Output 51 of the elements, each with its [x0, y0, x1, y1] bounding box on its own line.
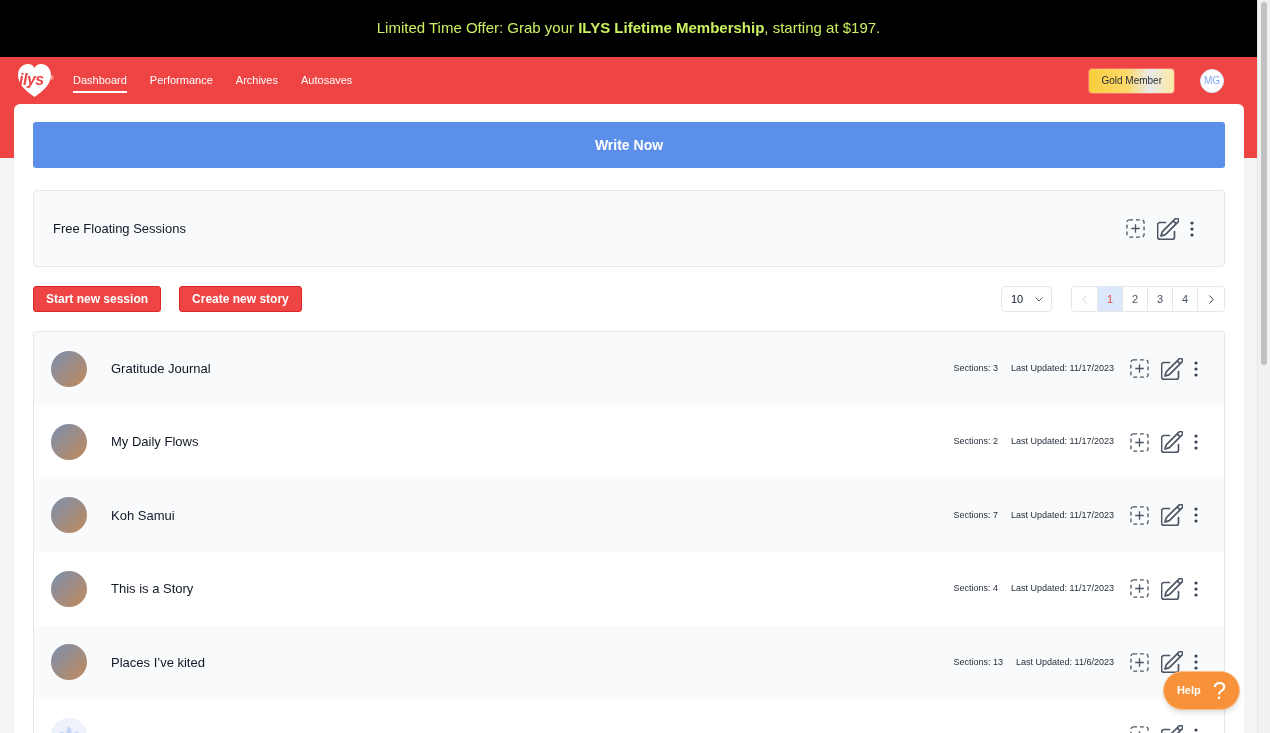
more-options-icon[interactable]: [1190, 220, 1194, 237]
avatar-photo: [51, 350, 87, 387]
write-now-button[interactable]: Write Now: [33, 122, 1225, 168]
promo-text: Limited Time Offer: Grab your ILYS Lifetime Membership, starting at $197.: [376, 18, 881, 39]
logo-text: ilys: [19, 71, 44, 88]
more-options-icon[interactable]: [1194, 654, 1198, 671]
user-avatar[interactable]: MG: [1200, 68, 1224, 93]
dashed-plus-icon[interactable]: [1126, 219, 1145, 238]
more-options-icon[interactable]: [1194, 434, 1198, 451]
sections-count: Sections: 7: [953, 508, 999, 522]
more-options-icon[interactable]: [1194, 360, 1198, 377]
dashed-plus-icon[interactable]: [1130, 652, 1149, 672]
avatar-photo: [51, 497, 87, 534]
sections-count: Sections: 3: [953, 361, 999, 375]
sections-count: Sections: 4: [953, 582, 999, 596]
nav-tab[interactable]: Archives: [235, 72, 278, 93]
create-story-button[interactable]: Create new story: [179, 286, 302, 312]
nav-tab[interactable]: Dashboard: [73, 72, 127, 93]
story-title: Koh Samui: [111, 506, 175, 525]
story-row[interactable]: Gratitude Journal Sections: 3 Last Updated: 11/17/2023: [34, 332, 1224, 406]
membership-button[interactable]: Gold Member: [1088, 67, 1175, 94]
sections-count: Sections: 13: [953, 655, 1004, 669]
dashed-plus-icon[interactable]: [1130, 505, 1149, 525]
last-updated: Last Updated: 11/17/2023: [1011, 582, 1114, 596]
more-options-icon[interactable]: [1194, 507, 1198, 524]
heart-icon: [17, 62, 52, 99]
dashed-plus-icon[interactable]: [1130, 359, 1149, 379]
sections-count: Sections: 2: [953, 435, 999, 449]
avatar-photo: [51, 644, 87, 681]
story-title: This is a Story: [111, 580, 194, 599]
story-title: Places I’ve kited: [111, 653, 205, 672]
scrollbar-thumb[interactable]: [1261, 2, 1267, 365]
free-floating-title: Free Floating Sessions: [53, 219, 186, 238]
nav-tab[interactable]: Autosaves: [301, 72, 353, 93]
last-updated: Last Updated: 11/17/2023: [1011, 508, 1114, 522]
story-title: My Daily Flows: [111, 433, 199, 452]
story-row[interactable]: Koh Samui Sections: 7 Last Updated: 11/17/2023: [34, 478, 1224, 553]
avatar-photo: [51, 424, 87, 461]
nav-tab[interactable]: Performance: [149, 72, 213, 93]
more-options-icon[interactable]: [1194, 580, 1198, 597]
last-updated: Last Updated: 11/6/2023: [1016, 655, 1114, 669]
start-session-button[interactable]: Start new session: [33, 286, 162, 312]
avatar-photo: [51, 570, 87, 607]
page-size-select[interactable]: 10: [1001, 286, 1052, 312]
last-updated: Last Updated: 11/17/2023: [1011, 435, 1114, 449]
dashed-plus-icon[interactable]: [1130, 432, 1149, 452]
story-title: Gratitude Journal: [111, 359, 211, 378]
chevron-down-icon: [1035, 296, 1043, 302]
dashed-plus-icon[interactable]: [1130, 579, 1149, 599]
last-updated: Last Updated: 11/17/2023: [1011, 361, 1114, 375]
page-button[interactable]: 1: [1098, 287, 1123, 311]
